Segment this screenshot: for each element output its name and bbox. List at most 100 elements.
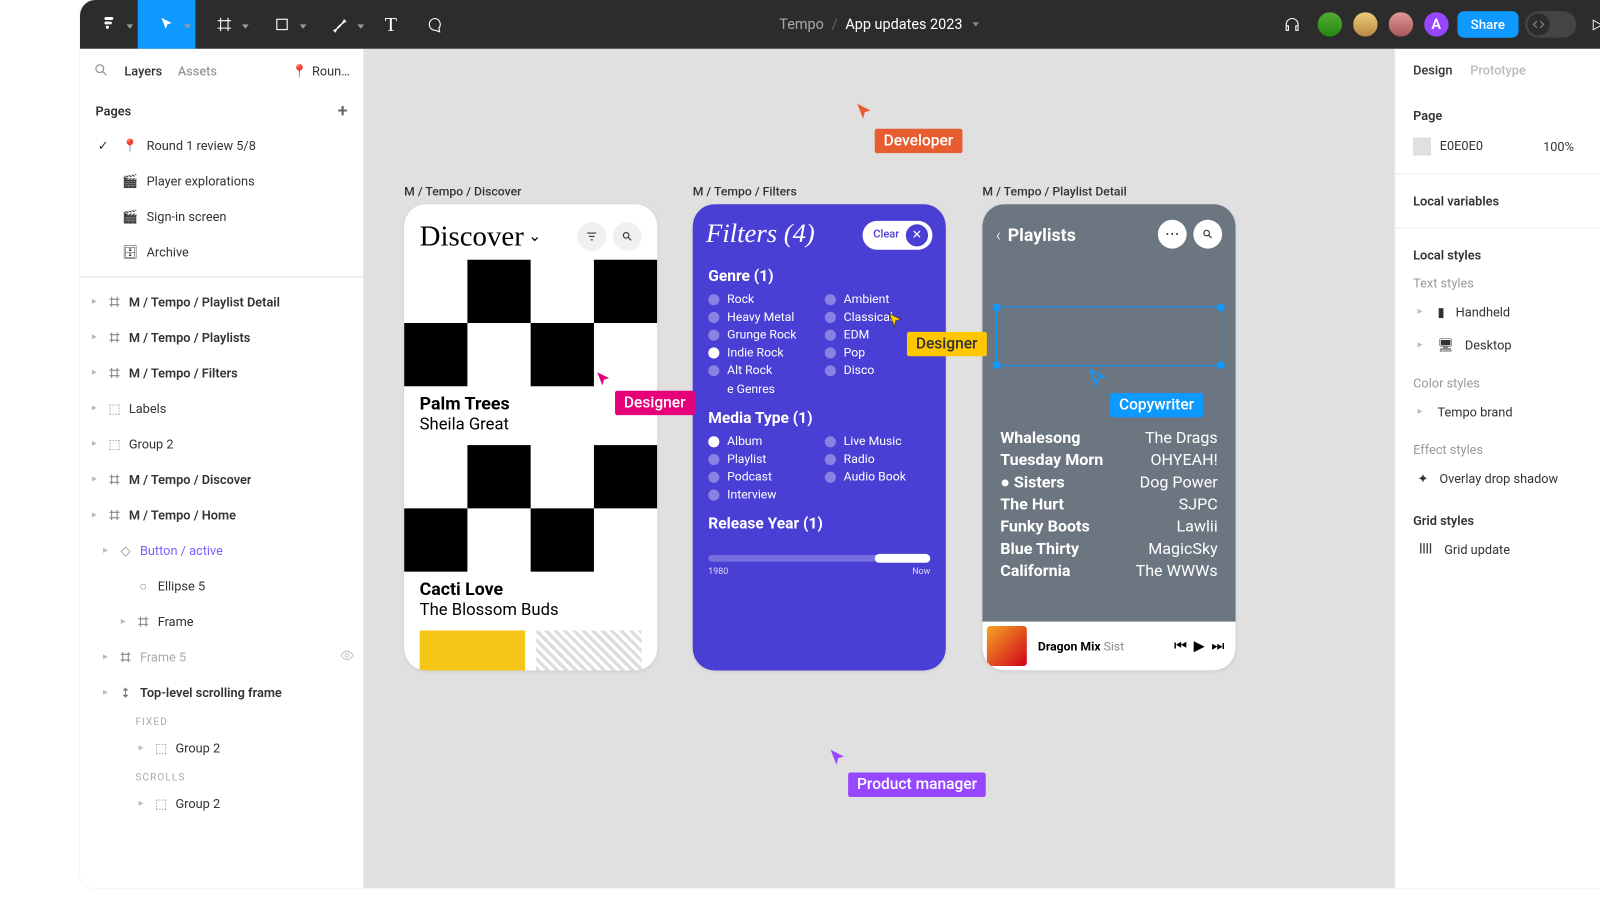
frame-label[interactable]: M / Tempo / Discover bbox=[404, 184, 521, 198]
canvas[interactable]: M / Tempo / Discover M / Tempo / Filters… bbox=[364, 49, 1394, 888]
frame-tool-button[interactable] bbox=[195, 0, 253, 49]
color-styles-header: Color styles bbox=[1413, 371, 1600, 395]
dev-mode-toggle[interactable] bbox=[1525, 11, 1576, 38]
filter-button bbox=[577, 222, 606, 251]
text-tool-button[interactable]: T bbox=[369, 0, 413, 49]
present-button[interactable] bbox=[1583, 0, 1600, 49]
page-item[interactable]: 🎬Sign-in screen bbox=[80, 199, 363, 235]
style-item[interactable]: ✦Overlay drop shadow bbox=[1413, 462, 1600, 495]
move-tool-button[interactable] bbox=[138, 0, 196, 49]
search-icon[interactable] bbox=[93, 62, 109, 81]
layer-item[interactable]: ▸⬚Group 2 bbox=[80, 426, 363, 462]
cursor-icon bbox=[158, 16, 176, 34]
track-title: Palm Trees bbox=[420, 393, 642, 414]
filter-option: Interview bbox=[708, 487, 813, 501]
handheld-icon: ▮ bbox=[1438, 304, 1445, 320]
search-button bbox=[613, 222, 642, 251]
page-selector[interactable]: 📍 Roun… bbox=[292, 63, 350, 79]
layer-item[interactable]: ▸M / Tempo / Home bbox=[80, 497, 363, 533]
grid-icon bbox=[1418, 540, 1434, 559]
page-section-header: Page bbox=[1413, 108, 1442, 124]
layer-item[interactable]: ▸Top-level scrolling frame bbox=[80, 675, 363, 711]
design-tab[interactable]: Design bbox=[1413, 62, 1452, 78]
grid-styles-header: Grid styles bbox=[1413, 508, 1600, 532]
fixed-header: FIXED bbox=[80, 710, 363, 730]
layers-tab[interactable]: Layers bbox=[124, 63, 162, 79]
filter-option: Radio bbox=[825, 452, 930, 466]
playlists-title: Playlists bbox=[1008, 224, 1076, 245]
chevron-down-icon bbox=[972, 22, 979, 26]
comment-tool-button[interactable] bbox=[413, 0, 457, 49]
filter-option: Heavy Metal bbox=[708, 310, 813, 324]
filter-option: Playlist bbox=[708, 452, 813, 466]
shape-tool-button[interactable] bbox=[253, 0, 311, 49]
assets-tab[interactable]: Assets bbox=[178, 63, 217, 79]
layer-item[interactable]: ▸Frame 5 bbox=[80, 639, 363, 675]
page-item[interactable]: 🗄Archive bbox=[80, 234, 363, 270]
filter-option: Live Music bbox=[825, 434, 930, 448]
layer-item[interactable]: ▸◇Button / active bbox=[80, 533, 363, 569]
style-item[interactable]: ▸▮Handheld bbox=[1413, 295, 1600, 328]
user-avatar[interactable]: A bbox=[1422, 10, 1451, 39]
media-type-header: Media Type (1) bbox=[708, 410, 930, 428]
text-icon: T bbox=[385, 13, 397, 36]
style-item[interactable]: ▸Tempo brand bbox=[1413, 395, 1600, 428]
mini-player: Dragon Mix Sist ⏮ ▶ ⏭ bbox=[982, 622, 1235, 671]
frame-icon bbox=[215, 16, 233, 34]
layer-item[interactable]: ▸M / Tempo / Playlist Detail bbox=[80, 284, 363, 320]
next-icon: ⏭ bbox=[1211, 638, 1224, 655]
page-item[interactable]: ✓📍Round 1 review 5/8 bbox=[80, 128, 363, 164]
filter-option: Podcast bbox=[708, 470, 813, 484]
layer-item[interactable]: ▸M / Tempo / Filters bbox=[80, 355, 363, 391]
filter-option: Indie Rock bbox=[708, 345, 813, 359]
artboard-playlist[interactable]: ‹ Playlists ⋯ WhalesongThe DragsTuesday … bbox=[982, 204, 1235, 670]
project-name: Tempo bbox=[779, 16, 824, 33]
filter-option: Disco bbox=[825, 363, 930, 377]
filter-option: Alt Rock bbox=[708, 363, 813, 377]
main-menu-button[interactable] bbox=[80, 0, 138, 49]
style-item[interactable]: Grid update bbox=[1413, 533, 1600, 566]
layer-item[interactable]: ▸⬚Labels bbox=[80, 391, 363, 427]
audio-button[interactable] bbox=[1275, 0, 1308, 49]
add-page-button[interactable]: + bbox=[338, 100, 348, 121]
artboard-discover[interactable]: Discover ⌄ Palm Trees Sheila Great C bbox=[404, 204, 657, 670]
right-panel: Design Prototype Page E0E0E0 100% Local … bbox=[1394, 49, 1600, 888]
cursor-developer: Developer bbox=[855, 102, 875, 122]
artboard-filters[interactable]: Filters (4) Clear ✕ Genre (1) RockAmbien… bbox=[693, 204, 946, 670]
layer-item[interactable]: ▸⬚Group 2 bbox=[80, 730, 363, 766]
frame-label[interactable]: M / Tempo / Filters bbox=[693, 184, 797, 198]
playlist-row: The HurtSJPC bbox=[1000, 495, 1218, 514]
pen-icon bbox=[331, 16, 349, 34]
collaborator-avatar[interactable] bbox=[1386, 10, 1415, 39]
frame-label[interactable]: M / Tempo / Playlist Detail bbox=[982, 184, 1126, 198]
track-artist: Sheila Great bbox=[420, 414, 642, 434]
filter-option: Ambient bbox=[825, 292, 930, 306]
layer-item[interactable]: ▸Frame bbox=[80, 604, 363, 640]
collaborator-avatar[interactable] bbox=[1351, 10, 1380, 39]
search-button bbox=[1193, 220, 1222, 249]
comment-icon bbox=[426, 16, 444, 34]
pen-tool-button[interactable] bbox=[311, 0, 369, 49]
prev-icon: ⏮ bbox=[1174, 638, 1187, 655]
rectangle-icon bbox=[273, 16, 291, 34]
play-icon bbox=[1590, 17, 1600, 31]
back-chevron-icon: ‹ bbox=[996, 224, 1001, 245]
album-art bbox=[987, 626, 1027, 666]
layer-item[interactable]: ▸⬚Group 2 bbox=[80, 786, 363, 822]
genre-header: Genre (1) bbox=[708, 268, 930, 286]
filter-option: Grunge Rock bbox=[708, 327, 813, 341]
page-item[interactable]: 🎬Player explorations bbox=[80, 163, 363, 199]
layer-item[interactable]: ▸M / Tempo / Playlists bbox=[80, 320, 363, 356]
file-title[interactable]: Tempo / App updates 2023 bbox=[779, 16, 979, 33]
album-art bbox=[404, 260, 657, 387]
style-item[interactable]: ▸🖥Desktop bbox=[1413, 329, 1600, 362]
layer-item[interactable]: ○Ellipse 5 bbox=[80, 568, 363, 604]
page-color[interactable]: E0E0E0 bbox=[1413, 138, 1483, 156]
collaborator-avatar[interactable] bbox=[1315, 10, 1344, 39]
layer-item[interactable]: ▸M / Tempo / Discover bbox=[80, 462, 363, 498]
playlist-row: SistersDog Power bbox=[1000, 473, 1218, 492]
share-button[interactable]: Share bbox=[1457, 11, 1518, 38]
year-slider bbox=[708, 555, 930, 562]
prototype-tab[interactable]: Prototype bbox=[1470, 62, 1526, 78]
scrolls-header: SCROLLS bbox=[80, 766, 363, 786]
